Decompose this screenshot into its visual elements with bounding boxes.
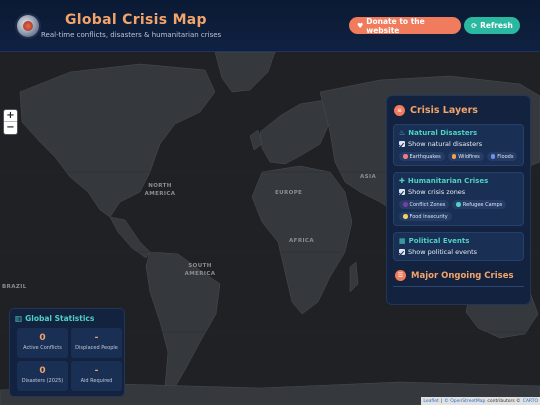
donate-button[interactable]: ♥ Donate to the website — [349, 16, 461, 35]
attribution-contributors: contributors © — [487, 398, 521, 404]
app-header: Global Crisis Map Real-time conflicts, d… — [0, 0, 540, 52]
legend-label: Refugee Camps — [462, 201, 503, 208]
stat-value: 0 — [39, 333, 46, 343]
humanitarian-heading: ✚ Humanitarian Crises — [399, 177, 518, 185]
label-africa: AFRICA — [289, 238, 314, 244]
refresh-button-label: Refresh — [480, 21, 513, 30]
legend-label: Food Insecurity — [409, 213, 448, 220]
conflict-dot-icon — [403, 202, 408, 207]
stat-value: - — [94, 366, 99, 376]
crisis-layers-panel: ≡ Crisis Layers ♨ Natural Disasters Show… — [386, 95, 531, 305]
stats-title: Global Statistics — [25, 314, 95, 323]
stat-label: Active Conflicts — [23, 345, 62, 351]
natural-legend: Earthquakes Wildfires Floods — [399, 152, 518, 161]
legend-conflict-zones: Conflict Zones — [399, 200, 450, 209]
natural-disasters-heading: ♨ Natural Disasters — [399, 129, 518, 137]
layers-header: ≡ Crisis Layers — [394, 102, 524, 118]
legend-floods: Floods — [486, 152, 518, 161]
heart-icon: ♥ — [357, 21, 364, 30]
zoom-out-button[interactable]: − — [4, 122, 17, 134]
list-icon: ☰ — [395, 270, 406, 281]
attribution-separator: | — [440, 398, 443, 404]
label-south-america: SOUTH AMERICA — [184, 263, 216, 277]
stats-grid: 0 Active Conflicts - Displaced People 0 … — [17, 328, 122, 391]
crisis-zones-checkbox[interactable] — [399, 189, 405, 195]
crisis-map-app: Global Crisis Map Real-time conflicts, d… — [0, 0, 540, 405]
humanitarian-section: ✚ Humanitarian Crises Show crisis zones … — [393, 172, 524, 226]
refugee-dot-icon — [456, 202, 461, 207]
stat-aid-required: - Aid Required — [71, 361, 122, 391]
major-crises-title: Major Ongoing Crises — [411, 270, 514, 281]
legend-refugee-camps: Refugee Camps — [452, 200, 507, 209]
stat-value: 0 — [39, 366, 46, 376]
wildfires-dot-icon — [451, 154, 457, 159]
humanitarian-legend: Conflict Zones Refugee Camps Food Insecu… — [399, 200, 518, 221]
natural-disasters-section: ♨ Natural Disasters Show natural disaste… — [393, 124, 524, 166]
earthquakes-dot-icon — [403, 154, 408, 159]
legend-food-insecurity: Food Insecurity — [399, 212, 452, 221]
legend-label: Wildfires — [458, 153, 480, 160]
stat-displaced-people: - Displaced People — [71, 328, 122, 358]
legend-label: Earthquakes — [409, 153, 441, 160]
carto-link[interactable]: CARTO — [523, 399, 538, 404]
chart-icon: ▥ — [15, 314, 23, 323]
legend-label: Floods — [497, 153, 514, 160]
legend-earthquakes: Earthquakes — [399, 152, 445, 161]
political-heading: ▦ Political Events — [399, 237, 518, 245]
stat-label: Displaced People — [75, 345, 118, 351]
stat-value: - — [94, 333, 99, 343]
stat-active-conflicts: 0 Active Conflicts — [17, 328, 68, 358]
leaflet-link[interactable]: Leaflet — [423, 399, 438, 404]
layers-title: Crisis Layers — [410, 104, 478, 116]
label-north-america: NORTH AMERICA — [144, 183, 176, 197]
label-brazil: BRAZIL — [2, 284, 27, 290]
political-title: Political Events — [408, 237, 470, 245]
stat-label: Aid Required — [80, 378, 113, 384]
divider — [393, 286, 524, 287]
label-europe: EUROPE — [275, 190, 303, 196]
global-statistics-panel: ▥ Global Statistics 0 Active Conflicts -… — [9, 308, 125, 397]
floods-dot-icon — [490, 154, 496, 159]
app-title: Global Crisis Map — [65, 12, 207, 28]
natural-disasters-checkbox[interactable] — [399, 141, 405, 147]
humanitarian-title: Humanitarian Crises — [407, 177, 489, 185]
crisis-zones-toggle[interactable]: Show crisis zones — [399, 188, 518, 196]
legend-label: Conflict Zones — [409, 201, 446, 208]
natural-disasters-toggle[interactable]: Show natural disasters — [399, 140, 518, 148]
stats-heading: ▥ Global Statistics — [15, 314, 119, 323]
refresh-icon: ⟳ — [471, 21, 478, 30]
stat-disasters: 0 Disasters (2025) — [17, 361, 68, 391]
osm-link[interactable]: © OpenStreetMap — [444, 399, 485, 404]
label-asia: ASIA — [360, 174, 377, 180]
natural-disasters-toggle-label: Show natural disasters — [408, 140, 483, 148]
globe-logo-icon — [17, 15, 39, 37]
legend-wildfires: Wildfires — [447, 152, 484, 161]
donate-button-label: Donate to the website — [366, 16, 425, 35]
food-dot-icon — [403, 214, 408, 219]
natural-disasters-title: Natural Disasters — [408, 129, 478, 137]
fire-icon: ♨ — [399, 129, 406, 137]
hands-icon: ✚ — [399, 177, 405, 185]
building-icon: ▦ — [399, 237, 406, 245]
major-crises-header[interactable]: ☰ Major Ongoing Crises — [395, 270, 524, 281]
political-events-toggle[interactable]: Show political events — [399, 248, 518, 256]
stat-label: Disasters (2025) — [21, 378, 64, 384]
zoom-in-button[interactable]: + — [4, 110, 17, 122]
refresh-button[interactable]: ⟳ Refresh — [464, 17, 520, 34]
layers-icon: ≡ — [394, 104, 405, 116]
app-subtitle: Real-time conflicts, disasters & humanit… — [41, 31, 222, 39]
political-events-checkbox[interactable] — [399, 249, 405, 255]
political-section: ▦ Political Events Show political events — [393, 232, 524, 261]
crisis-zones-toggle-label: Show crisis zones — [408, 188, 466, 196]
zoom-control: + − — [4, 110, 17, 134]
map-attribution: Leaflet | © OpenStreetMap contributors ©… — [421, 397, 540, 405]
political-events-toggle-label: Show political events — [408, 248, 478, 256]
